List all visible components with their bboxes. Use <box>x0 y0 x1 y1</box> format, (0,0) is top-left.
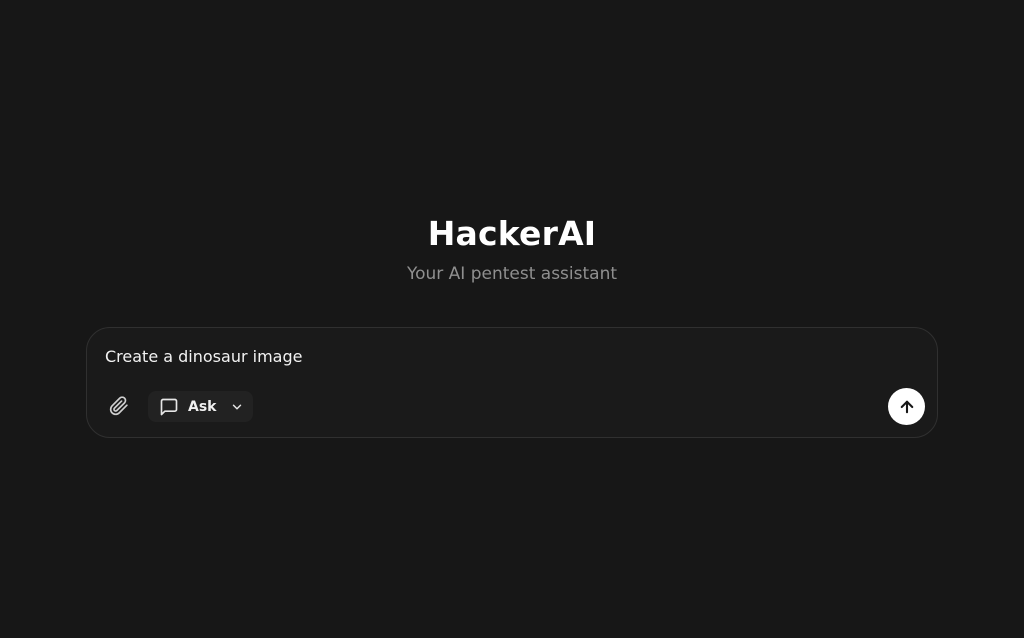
send-button[interactable] <box>888 388 925 425</box>
chevron-down-icon <box>230 400 244 414</box>
mode-label: Ask <box>188 398 217 415</box>
paperclip-icon <box>109 396 129 416</box>
prompt-input[interactable]: Create a dinosaur image <box>105 346 302 368</box>
app-title: HackerAI <box>427 214 597 253</box>
app-subtitle: Your AI pentest assistant <box>406 264 618 284</box>
arrow-up-icon <box>898 398 916 416</box>
page: HackerAI Your AI pentest assistant Creat… <box>0 0 1024 638</box>
message-square-icon <box>158 396 180 418</box>
attach-button[interactable] <box>107 394 131 418</box>
chat-composer: Create a dinosaur image Ask <box>86 327 938 438</box>
mode-selector-button[interactable]: Ask <box>148 391 253 422</box>
hero: HackerAI Your AI pentest assistant <box>0 212 1024 286</box>
